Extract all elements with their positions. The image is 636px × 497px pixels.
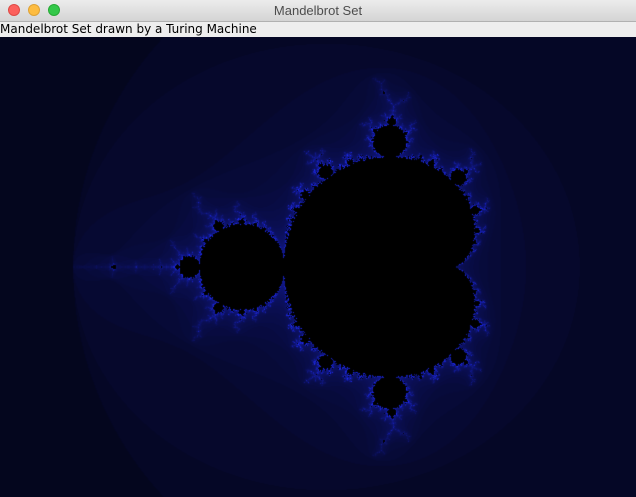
label-bar: Mandelbrot Set drawn by a Turing Machine [0,22,636,37]
title-bar[interactable]: Mandelbrot Set [0,0,636,22]
heading-label: Mandelbrot Set drawn by a Turing Machine [0,22,257,36]
app-window: Mandelbrot Set Mandelbrot Set drawn by a… [0,0,636,497]
window-title: Mandelbrot Set [273,3,363,18]
mandelbrot-canvas [0,37,636,497]
mandelbrot-canvas-area [0,37,636,497]
